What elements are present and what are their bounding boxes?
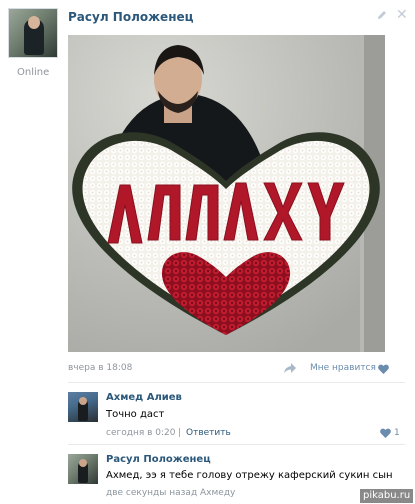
comment-author-name[interactable]: Ахмед Алиев [106,392,182,403]
divider [68,444,405,445]
comment-text: Точно даст [106,409,165,420]
heart-icon[interactable] [378,364,389,374]
pikabu-watermark: pikabu.ru [360,489,414,503]
comment-author-avatar[interactable] [68,454,98,484]
comment-like-count: 1 [394,428,400,438]
avatar-head [79,459,87,467]
comment-time[interactable]: сегодня в 0:20 [106,428,175,438]
comment-meta-separator: | [178,428,182,438]
comment-author-name[interactable]: Расул Положенец [106,454,211,465]
share-icon[interactable] [284,363,296,373]
avatar-head [28,16,40,29]
post-author-avatar[interactable] [8,8,58,58]
comment-time[interactable]: две секунды назад Ахмеду [106,488,235,498]
avatar-head [79,397,87,405]
comment-text: Ахмед, ээ я тебе голову отрежу каферский… [106,470,393,481]
reply-button[interactable]: Ответить [186,428,231,438]
online-status: Online [17,67,50,78]
photo-illustration [68,35,385,352]
like-button-label[interactable]: Мне нравится [310,363,376,373]
post-author-name[interactable]: Расул Положенец [68,10,194,24]
close-icon[interactable]: ✕ [396,8,408,22]
divider [68,382,405,383]
heart-icon[interactable] [380,428,391,438]
pencil-icon[interactable] [377,10,387,20]
post-time[interactable]: вчера в 18:08 [68,363,132,373]
comment-author-avatar[interactable] [68,392,98,422]
post-photo[interactable] [68,35,385,352]
